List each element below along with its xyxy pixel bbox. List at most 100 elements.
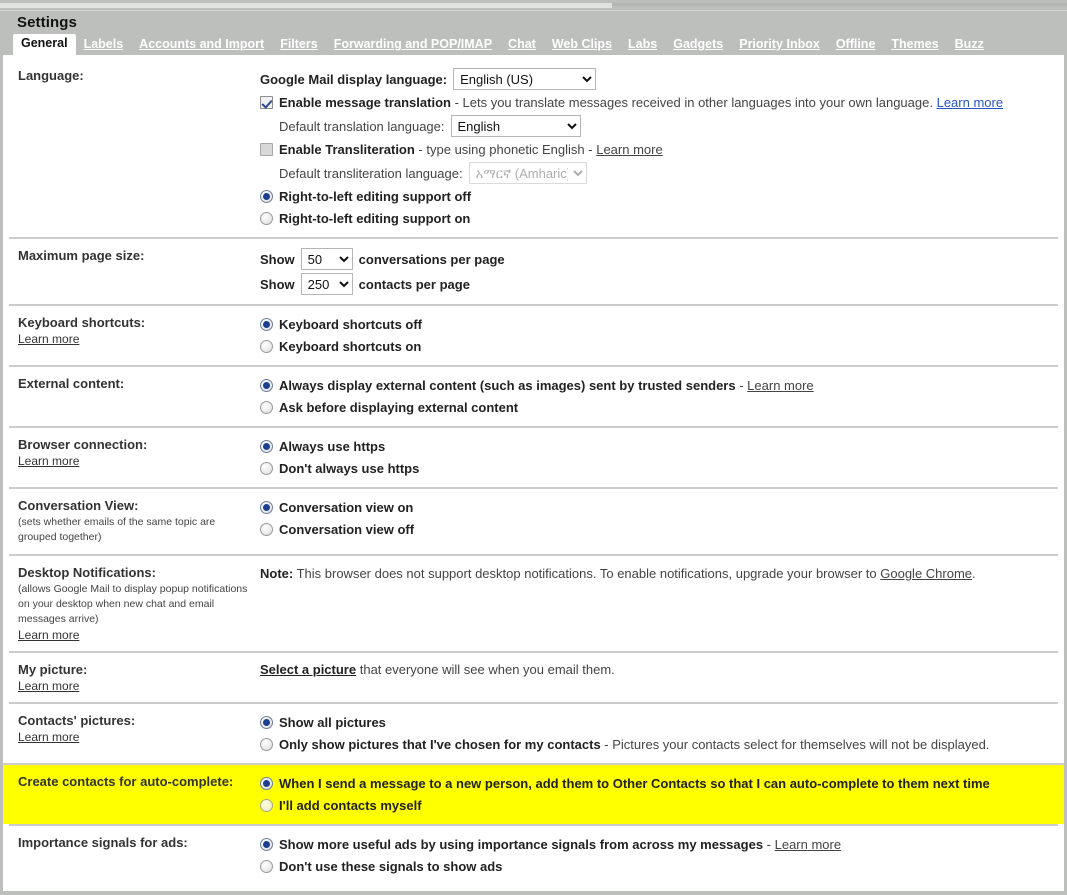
section-conversation-view-label: Conversation View: (sets whether emails … [9,498,260,545]
contacts-per-page-row: Show 250 contacts per page [260,273,1050,295]
https-not-always-radio[interactable] [260,462,273,475]
rtl-off-row: Right-to-left editing support off [260,187,1050,206]
autocomplete-auto-radio[interactable] [260,777,273,790]
enable-translation-checkbox[interactable] [260,96,273,109]
desktop-notifications-note-suffix: . [972,566,976,581]
section-conversation-view-sublabel: (sets whether emails of the same topic a… [18,516,216,543]
enable-transliteration-learn-more-link[interactable]: Learn more [596,142,662,157]
only-chosen-pictures-desc: Pictures your contacts select for themse… [612,737,990,752]
default-translation-label: Default translation language: [279,118,445,134]
section-language-body: Google Mail display language: English (U… [260,68,1058,228]
section-my-picture-title: My picture: [18,662,88,677]
enable-transliteration-text: Enable Transliteration - type using phon… [279,140,663,159]
enable-translation-row: Enable message translation - Lets you tr… [260,93,1050,112]
tab-offline[interactable]: Offline [828,35,884,56]
section-autocomplete-label: Create contacts for auto-complete: [9,774,260,790]
section-desktop-notifications: Desktop Notifications: (allows Google Ma… [9,554,1058,651]
tab-buzz[interactable]: Buzz [947,35,992,56]
default-transliteration-select[interactable]: አማርኛ (Amharic) [468,162,587,184]
external-ask-label: Ask before displaying external content [279,400,519,415]
tab-labels[interactable]: Labels [76,35,132,56]
autocomplete-manual-radio[interactable] [260,799,273,812]
keyboard-on-radio[interactable] [260,340,273,353]
only-chosen-pictures-radio[interactable] [260,738,273,751]
tab-general[interactable]: General [13,34,76,56]
external-ask-radio[interactable] [260,401,273,414]
page-title: Settings [17,14,77,31]
display-language-label: Google Mail display language: [260,71,448,87]
https-always-radio[interactable] [260,440,273,453]
tab-labs[interactable]: Labs [620,35,665,56]
contacts-per-page-select[interactable]: 250 [300,273,353,295]
section-conversation-view-title: Conversation View: [18,498,139,513]
section-page-size-label: Maximum page size: [9,248,260,264]
display-language-row: Google Mail display language: English (U… [260,68,1050,90]
section-keyboard-shortcuts: Keyboard shortcuts: Learn more Keyboard … [9,304,1058,365]
importance-show-more-radio[interactable] [260,838,273,851]
tab-filters[interactable]: Filters [272,35,326,56]
google-chrome-link[interactable]: Google Chrome [880,566,972,581]
browser-connection-learn-more-link[interactable]: Learn more [18,454,79,468]
section-browser-connection-title: Browser connection: [18,437,148,452]
select-a-picture-link[interactable]: Select a picture [260,662,356,677]
enable-transliteration-checkbox[interactable] [260,143,273,156]
keyboard-on-label: Keyboard shortcuts on [279,339,422,354]
only-chosen-pictures-sep: - [600,737,613,752]
keyboard-on-row: Keyboard shortcuts on [260,337,1050,356]
conversation-view-off-radio[interactable] [260,523,273,536]
importance-dont-use-radio[interactable] [260,860,273,873]
display-language-select[interactable]: English (US) [453,68,597,90]
section-external-content: External content: Always display externa… [9,365,1058,426]
default-transliteration-label: Default transliteration language: [279,165,463,181]
section-keyboard-label: Keyboard shortcuts: Learn more [9,315,260,346]
importance-dont-use-label: Don't use these signals to show ads [279,859,503,874]
rtl-on-row: Right-to-left editing support on [260,209,1050,228]
external-always-radio[interactable] [260,379,273,392]
section-browser-connection-body: Always use https Don't always use https [260,437,1058,478]
rtl-on-radio[interactable] [260,212,273,225]
show-all-pictures-radio[interactable] [260,716,273,729]
tab-gadgets[interactable]: Gadgets [665,35,731,56]
desktop-notifications-learn-more-link[interactable]: Learn more [18,628,79,642]
chrome-strip-mid [612,3,1067,6]
section-language-label: Language: [9,68,260,84]
section-contacts-pictures-label: Contacts' pictures: Learn more [9,713,260,744]
section-contacts-pictures-body: Show all pictures Only show pictures tha… [260,713,1058,754]
section-maximum-page-size: Maximum page size: Show 50 conversations… [9,237,1058,304]
keyboard-off-radio[interactable] [260,318,273,331]
contacts-pictures-learn-more-link[interactable]: Learn more [18,730,79,744]
section-autocomplete-body: When I send a message to a new person, a… [260,774,1058,815]
conversations-per-page-select[interactable]: 50 [300,248,353,270]
tab-chat[interactable]: Chat [500,35,544,56]
tab-priority-inbox[interactable]: Priority Inbox [731,35,828,56]
tab-forwarding-and-pop-imap[interactable]: Forwarding and POP/IMAP [326,35,500,56]
tab-web-clips[interactable]: Web Clips [544,35,620,56]
enable-transliteration-row: Enable Transliteration - type using phon… [260,140,1050,159]
keyboard-learn-more-link[interactable]: Learn more [18,332,79,346]
select-picture-row: Select a picture that everyone will see … [260,662,1050,677]
external-always-text: Always display external content (such as… [279,376,814,395]
section-language-title: Language: [18,68,84,83]
browser-chrome-strip [0,0,1067,11]
conversations-per-page-row: Show 50 conversations per page [260,248,1050,270]
settings-window-inner: Settings General Labels Accounts and Impor… [3,11,1064,891]
section-conversation-view-body: Conversation view on Conversation view o… [260,498,1058,539]
importance-ads-learn-more-link[interactable]: Learn more [775,837,841,852]
conversations-suffix-label: conversations per page [358,251,505,267]
external-content-learn-more-link[interactable]: Learn more [747,378,813,393]
tab-accounts-and-import[interactable]: Accounts and Import [131,35,272,56]
rtl-off-radio[interactable] [260,190,273,203]
section-desktop-notifications-body: Note: This browser does not support desk… [260,565,1058,583]
tab-themes[interactable]: Themes [883,35,946,56]
section-autocomplete-title: Create contacts for auto-complete: [18,774,234,789]
show-all-pictures-row: Show all pictures [260,713,1050,732]
default-translation-select[interactable]: English [450,115,581,137]
section-create-contacts-autocomplete: Create contacts for auto-complete: When … [3,763,1064,824]
settings-tabbar: General Labels Accounts and Import Filters F… [3,34,1064,56]
enable-translation-learn-more-link[interactable]: Learn more [937,95,1003,110]
conversation-view-off-row: Conversation view off [260,520,1050,539]
importance-show-more-label: Show more useful ads by using importance… [279,837,764,852]
my-picture-learn-more-link[interactable]: Learn more [18,679,79,693]
only-chosen-pictures-row: Only show pictures that I've chosen for … [260,735,1050,754]
conversation-view-on-radio[interactable] [260,501,273,514]
